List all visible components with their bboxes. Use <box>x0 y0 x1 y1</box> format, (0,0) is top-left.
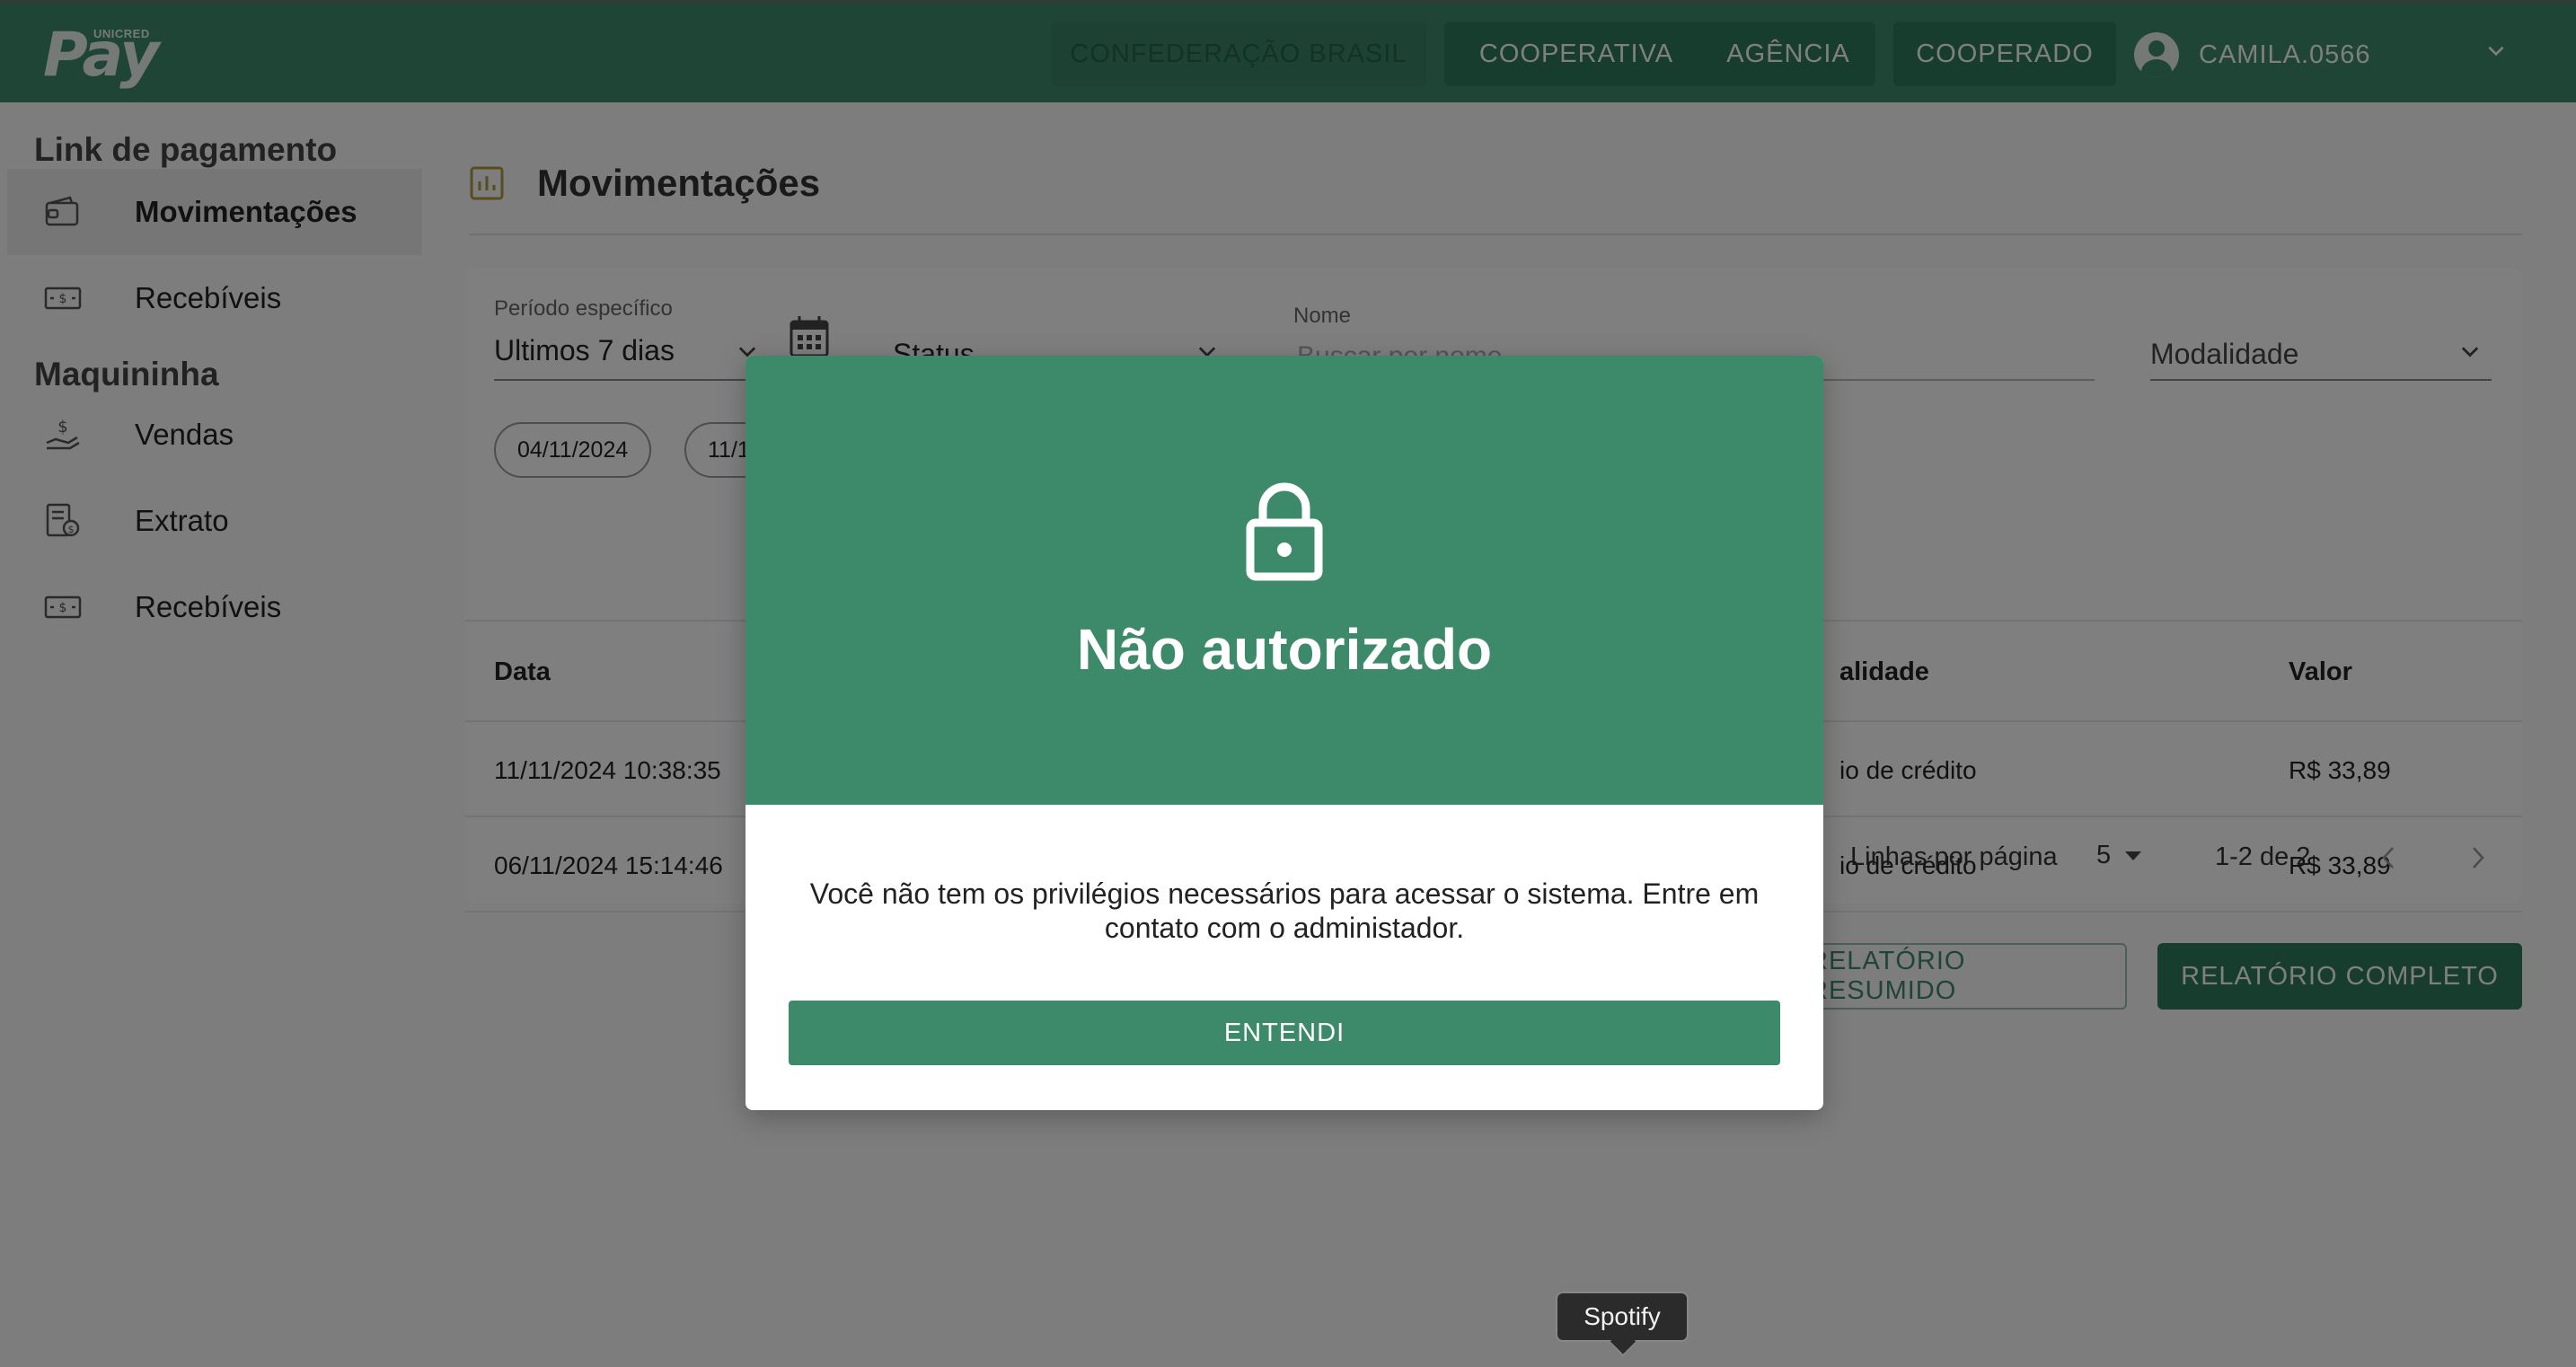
dialog-message: Você não tem os privilégios necessários … <box>809 878 1760 944</box>
dialog-header: Não autorizado <box>745 356 1823 805</box>
dock-tooltip: Spotify <box>1556 1292 1689 1342</box>
lock-icon <box>1246 482 1323 581</box>
dialog-title: Não autorizado <box>1076 617 1493 682</box>
understood-button[interactable]: ENTENDI <box>789 1001 1780 1065</box>
unauthorized-dialog: Não autorizado Você não tem os privilégi… <box>745 356 1823 1110</box>
